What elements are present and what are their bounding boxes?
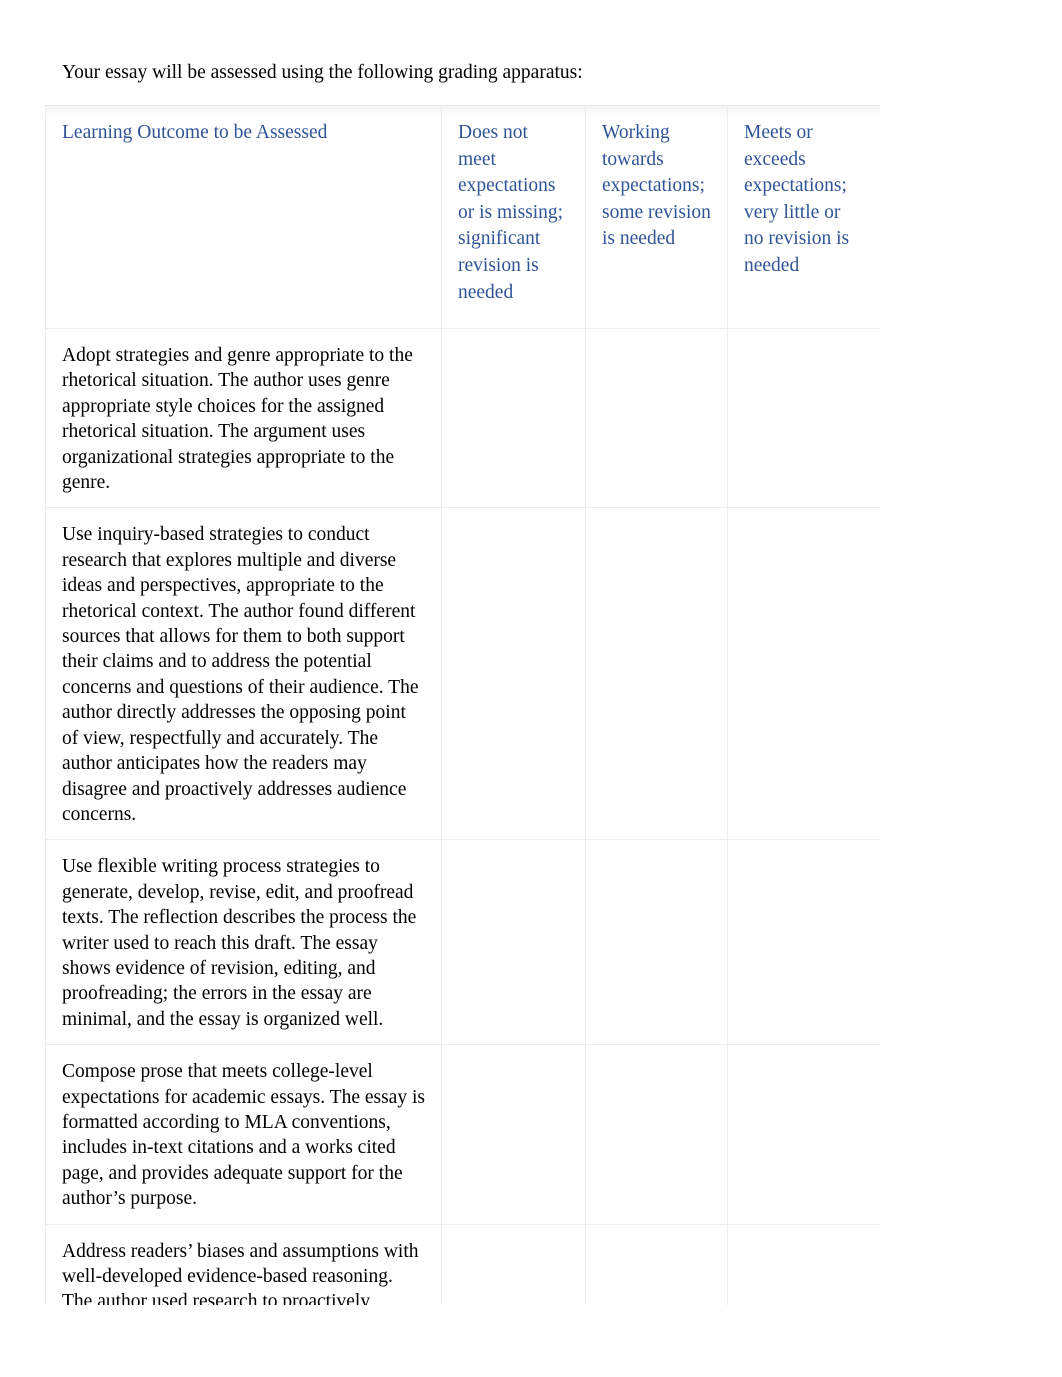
outcome-cell: Adopt strategies and genre appropriate t… [45, 327, 442, 509]
outcome-text: Address readers’ biases and assumptions … [62, 1240, 419, 1305]
table-row: Use inquiry-based strategies to conduct … [45, 507, 880, 841]
outcome-text: Use inquiry-based strategies to conduct … [62, 524, 419, 825]
outcome-cell: Address readers’ biases and assumptions … [45, 1223, 442, 1305]
score-cell-working-towards[interactable] [585, 327, 728, 509]
document-page: Your essay will be assessed using the fo… [0, 0, 1062, 1377]
column-header-working-towards-label: Working towards expectations; some revis… [602, 122, 711, 250]
grading-rubric-table: Learning Outcome to be Assessed Does not… [45, 105, 880, 1305]
column-header-outcome-label: Learning Outcome to be Assessed [62, 122, 328, 143]
table-row: Address readers’ biases and assumptions … [45, 1223, 880, 1305]
score-cell-meets-or-exceeds[interactable] [727, 327, 880, 509]
column-header-meets-or-exceeds-label: Meets or exceeds expectations; very litt… [744, 122, 850, 276]
score-cell-does-not-meet[interactable] [441, 839, 586, 1046]
table-row: Use flexible writing process strategies … [45, 839, 880, 1046]
rubric-header-row-group: Learning Outcome to be Assessed Does not… [45, 105, 880, 329]
column-header-does-not-meet: Does not meet expectations or is missing… [441, 105, 586, 329]
column-header-meets-or-exceeds: Meets or exceeds expectations; very litt… [727, 105, 880, 329]
score-cell-does-not-meet[interactable] [441, 1044, 586, 1225]
score-cell-does-not-meet[interactable] [441, 507, 586, 841]
score-cell-does-not-meet[interactable] [441, 327, 586, 509]
score-cell-meets-or-exceeds[interactable] [727, 507, 880, 841]
score-cell-meets-or-exceeds[interactable] [727, 1223, 880, 1305]
outcome-text: Adopt strategies and genre appropriate t… [62, 345, 413, 494]
score-cell-working-towards[interactable] [585, 839, 728, 1046]
column-header-working-towards: Working towards expectations; some revis… [585, 105, 728, 329]
column-header-outcome: Learning Outcome to be Assessed [45, 105, 442, 329]
outcome-cell: Use inquiry-based strategies to conduct … [45, 507, 442, 841]
outcome-text: Use flexible writing process strategies … [62, 856, 417, 1030]
score-cell-working-towards[interactable] [585, 507, 728, 841]
score-cell-meets-or-exceeds[interactable] [727, 839, 880, 1046]
rubric-body: Adopt strategies and genre appropriate t… [45, 327, 880, 1305]
rubric-header-row: Learning Outcome to be Assessed Does not… [45, 105, 880, 329]
score-cell-does-not-meet[interactable] [441, 1223, 586, 1305]
outcome-cell: Compose prose that meets college-level e… [45, 1044, 442, 1225]
column-header-does-not-meet-label: Does not meet expectations or is missing… [458, 122, 564, 303]
rubric-table-container: Learning Outcome to be Assessed Does not… [45, 105, 880, 1305]
score-cell-working-towards[interactable] [585, 1223, 728, 1305]
table-row: Adopt strategies and genre appropriate t… [45, 327, 880, 509]
score-cell-meets-or-exceeds[interactable] [727, 1044, 880, 1225]
outcome-cell: Use flexible writing process strategies … [45, 839, 442, 1046]
intro-paragraph: Your essay will be assessed using the fo… [62, 62, 583, 83]
outcome-text: Compose prose that meets college-level e… [62, 1061, 425, 1210]
table-row: Compose prose that meets college-level e… [45, 1044, 880, 1225]
score-cell-working-towards[interactable] [585, 1044, 728, 1225]
